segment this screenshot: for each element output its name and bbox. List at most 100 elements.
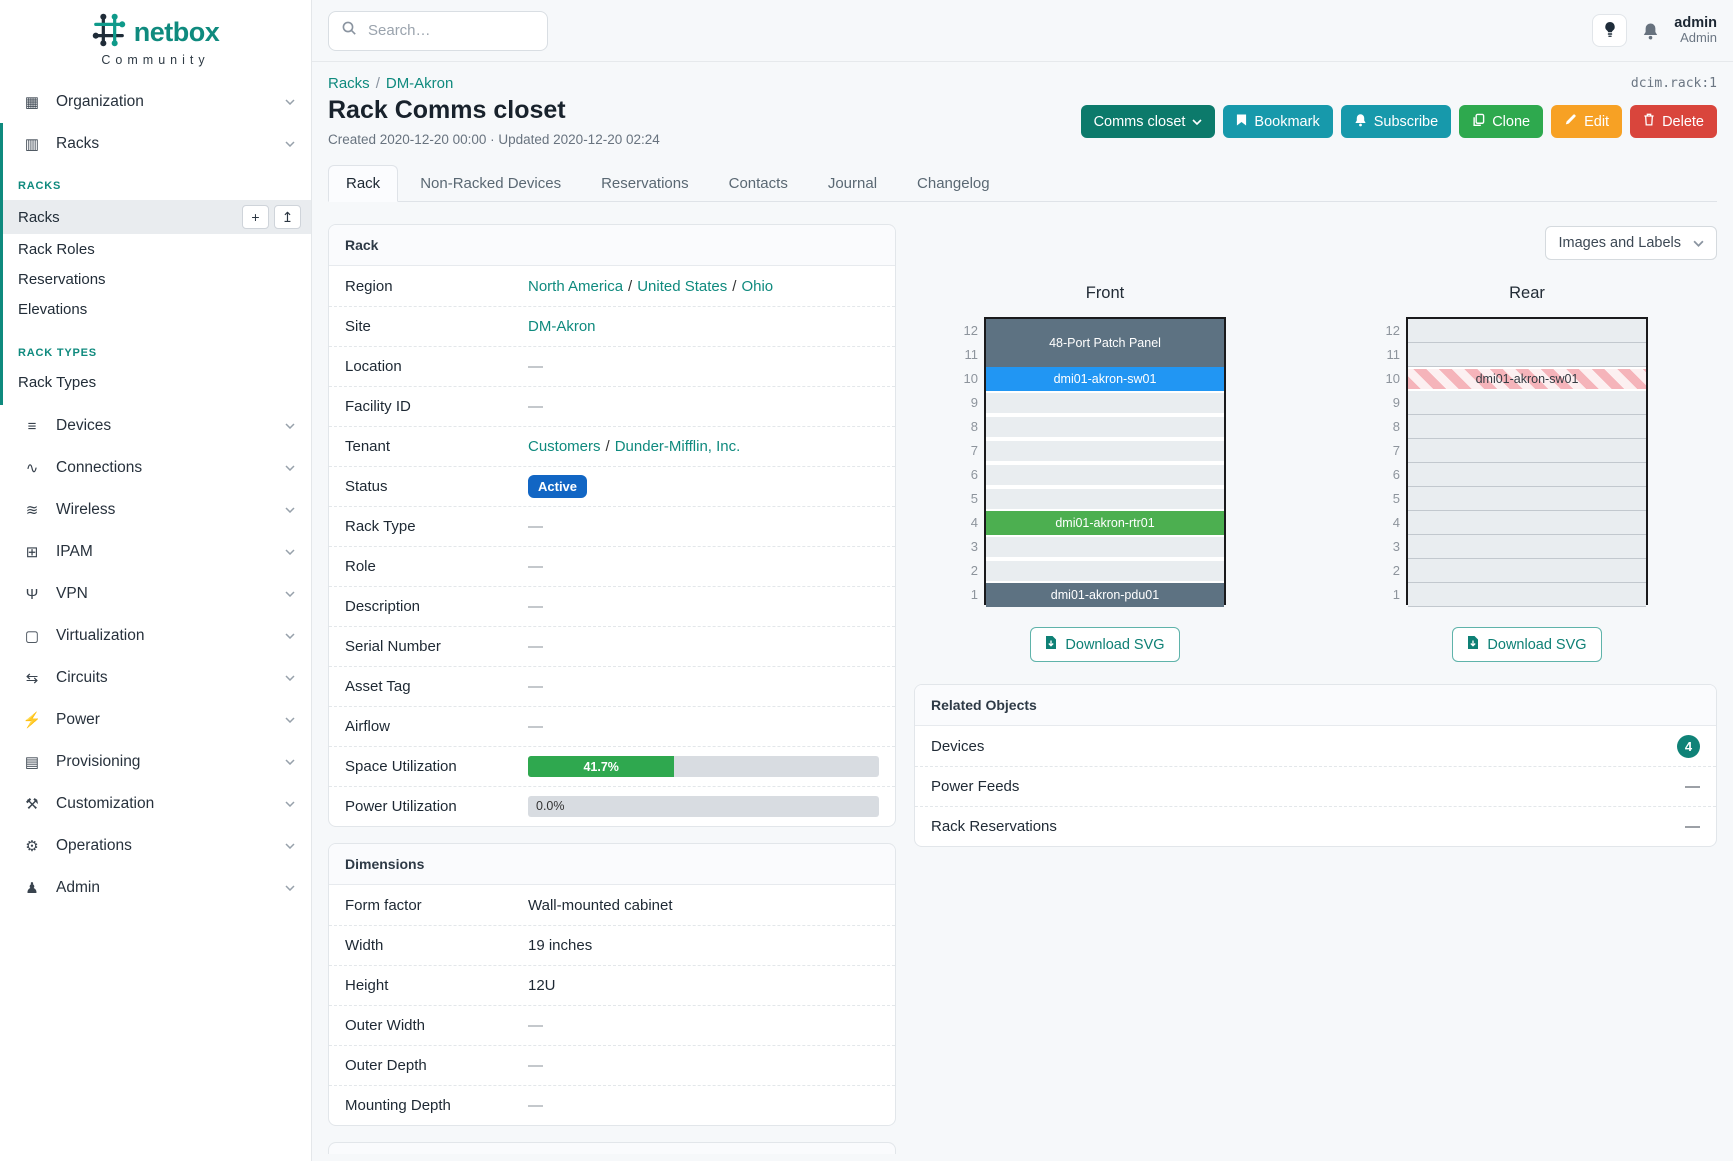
sidebar-item-virtualization[interactable]: ▢Virtualization [0,615,311,657]
sidebar-item-racks[interactable]: ▥Racks [3,123,311,165]
sidebar-subitem-rack-types[interactable]: Rack Types [3,367,311,397]
brand-name: netbox [134,17,220,48]
chevron-down-icon [285,759,295,765]
tab-reservations[interactable]: Reservations [583,165,707,202]
rack-unit-empty[interactable] [1408,583,1646,607]
value-link[interactable]: Ohio [741,278,773,295]
rack-unit-empty[interactable] [986,561,1224,581]
breadcrumb-link[interactable]: DM-Akron [386,75,454,92]
sidebar-item-admin[interactable]: ♟Admin [0,867,311,909]
value-link[interactable]: Dunder-Mifflin, Inc. [615,438,741,455]
sidebar-item-operations[interactable]: ⚙Operations [0,825,311,867]
delete-button[interactable]: Delete [1630,105,1717,138]
sidebar-subitem-rack-roles[interactable]: Rack Roles [3,234,311,264]
related-row-devices[interactable]: Devices4 [915,726,1716,766]
rack-unit-empty[interactable] [986,489,1224,509]
clone-button[interactable]: Clone [1459,105,1543,138]
unit-number: 7 [954,439,978,463]
related-objects-title: Related Objects [915,685,1716,726]
search-box [328,11,548,51]
rack-unit-dmi01-akron-sw01[interactable]: dmi01-akron-sw01 [1408,369,1646,389]
circuits-icon: ⇆ [22,669,42,687]
rack-unit-empty[interactable] [1408,487,1646,511]
sidebar-item-organization[interactable]: ▦Organization [0,81,311,123]
field-value: — [528,678,879,695]
value-link[interactable]: Customers [528,438,601,455]
field-row-rack-type: Rack Type— [329,506,895,546]
elevation-view-select[interactable]: Images and Labels [1545,226,1717,260]
rack-unit-empty[interactable] [1408,391,1646,415]
field-value: Customers/Dunder-Mifflin, Inc. [528,438,879,455]
ipam-icon: ⊞ [22,543,42,561]
add-button[interactable]: + [242,205,269,229]
sidebar-item-circuits[interactable]: ⇆Circuits [0,657,311,699]
dark-mode-toggle-button[interactable] [1592,14,1627,47]
field-label: Power Utilization [345,798,528,815]
subscribe-button[interactable]: Subscribe [1341,105,1451,138]
value-link[interactable]: United States [637,278,727,295]
sidebar-item-power[interactable]: ⚡Power [0,699,311,741]
rack-unit-empty[interactable] [1408,439,1646,463]
notifications-bell-icon[interactable] [1642,22,1659,40]
search-input[interactable] [366,21,535,40]
sidebar-item-vpn[interactable]: ΨVPN [0,573,311,615]
user-menu[interactable]: admin Admin [1674,15,1717,47]
field-row-power-utilization: Power Utilization0.0% [329,786,895,826]
rack-unit-empty[interactable] [1408,559,1646,583]
tab-changelog[interactable]: Changelog [899,165,1008,202]
value-link[interactable]: North America [528,278,623,295]
rack-unit-empty[interactable] [986,393,1224,413]
rack-unit-empty[interactable] [1408,319,1646,343]
sidebar-item-label: IPAM [56,543,271,561]
rear-rack: dmi01-akron-sw01 [1406,317,1648,605]
sidebar-subitem-racks[interactable]: Racks+↥ [3,200,311,234]
rack-unit-empty[interactable] [986,417,1224,437]
empty-value: — [528,678,543,695]
rack-unit-empty[interactable] [986,441,1224,461]
bookmark-button[interactable]: Bookmark [1223,105,1332,138]
field-label: Space Utilization [345,758,528,775]
tab-non-racked-devices[interactable]: Non-Racked Devices [402,165,579,202]
chevron-down-icon [285,549,295,555]
field-label: Status [345,478,528,495]
value-link[interactable]: DM-Akron [528,318,596,335]
rack-unit-empty[interactable] [1408,343,1646,367]
download-svg-button[interactable]: Download SVG [1452,627,1601,662]
sidebar-item-provisioning[interactable]: ▤Provisioning [0,741,311,783]
rack-unit-empty[interactable] [986,537,1224,557]
comms-closet-button[interactable]: Comms closet [1081,105,1216,138]
sidebar-item-ipam[interactable]: ⊞ IPAM [0,531,311,573]
unit-number: 11 [1376,343,1400,367]
related-row-rack-reservations[interactable]: Rack Reservations— [915,806,1716,846]
unit-number: 2 [1376,559,1400,583]
sidebar-item-wireless[interactable]: ≋Wireless [0,489,311,531]
rack-unit-empty[interactable] [1408,535,1646,559]
tab-contacts[interactable]: Contacts [711,165,806,202]
rack-unit-empty[interactable] [1408,463,1646,487]
rack-unit-empty[interactable] [1408,415,1646,439]
rack-unit-dmi01-akron-sw01[interactable]: dmi01-akron-sw01 [986,367,1224,391]
tab-rack[interactable]: Rack [328,165,398,202]
tab-journal[interactable]: Journal [810,165,895,202]
rack-unit-empty[interactable] [1408,511,1646,535]
rack-unit-48-port-patch-panel[interactable]: 48-Port Patch Panel [986,319,1224,367]
sidebar-item-customization[interactable]: ⚒Customization [0,783,311,825]
rack-unit-dmi01-akron-pdu01[interactable]: dmi01-akron-pdu01 [986,583,1224,607]
unit-number: 6 [954,463,978,487]
sidebar-item-devices[interactable]: ≡Devices [0,405,311,447]
import-button[interactable]: ↥ [274,205,301,229]
netbox-logo[interactable]: netbox Community [0,0,311,81]
sidebar-subitem-elevations[interactable]: Elevations [3,294,311,324]
sidebar-item-connections[interactable]: ∿Connections [0,447,311,489]
download-svg-button[interactable]: Download SVG [1030,627,1179,662]
edit-button[interactable]: Edit [1551,105,1622,138]
unit-number: 4 [954,511,978,535]
unit-number: 9 [954,391,978,415]
sidebar-subitem-reservations[interactable]: Reservations [3,264,311,294]
rack-unit-empty[interactable] [986,465,1224,485]
related-row-power-feeds[interactable]: Power Feeds— [915,766,1716,806]
organization-icon: ▦ [22,93,42,111]
rack-unit-dmi01-akron-rtr01[interactable]: dmi01-akron-rtr01 [986,511,1224,535]
breadcrumb-link[interactable]: Racks [328,75,370,92]
right-column: Images and Labels Front12111098765432148… [914,224,1717,1154]
